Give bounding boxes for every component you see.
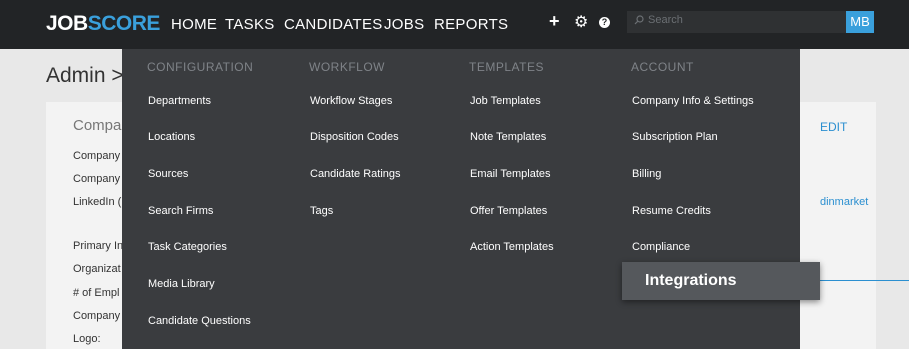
field-label: Organizat — [73, 263, 121, 275]
linkedin-value[interactable]: dinmarket — [820, 196, 868, 208]
menu-item-disposition-codes[interactable]: Disposition Codes — [310, 131, 399, 143]
logo-text-job: JOB — [46, 12, 88, 35]
menu-item-job-templates[interactable]: Job Templates — [470, 95, 541, 107]
menu-item-note-templates[interactable]: Note Templates — [470, 131, 546, 143]
jobscore-logo[interactable]: JOBSCORE — [46, 12, 160, 36]
field-label: Company — [73, 310, 121, 322]
card-title: Compar — [73, 117, 127, 134]
menu-item-workflow-stages[interactable]: Workflow Stages — [310, 95, 392, 107]
page-title: Admin > — [46, 64, 124, 87]
nav-candidates[interactable]: CANDIDATES — [284, 16, 383, 33]
menu-item-tags[interactable]: Tags — [310, 205, 333, 217]
field-label: Company — [73, 150, 121, 162]
admin-mega-menu — [122, 49, 800, 349]
menu-item-offer-templates[interactable]: Offer Templates — [470, 205, 547, 217]
menu-header-workflow: WORKFLOW — [309, 60, 385, 74]
logo-text-score: SCORE — [87, 12, 161, 35]
field-label: LinkedIn ( — [73, 196, 122, 208]
field-label: Company — [73, 173, 121, 185]
nav-reports[interactable]: REPORTS — [434, 16, 508, 33]
menu-item-media-library[interactable]: Media Library — [148, 278, 215, 290]
search-placeholder: Search — [648, 14, 683, 26]
field-label: Logo: — [73, 333, 101, 345]
menu-header-configuration: CONFIGURATION — [147, 60, 254, 74]
menu-item-task-categories[interactable]: Task Categories — [148, 241, 227, 253]
divider-line — [820, 280, 909, 281]
menu-item-subscription-plan[interactable]: Subscription Plan — [632, 131, 718, 143]
menu-item-locations[interactable]: Locations — [148, 131, 195, 143]
user-avatar[interactable]: MB — [846, 11, 874, 33]
nav-home[interactable]: HOME — [171, 16, 217, 33]
menu-item-compliance[interactable]: Compliance — [632, 241, 690, 253]
menu-item-departments[interactable]: Departments — [148, 95, 211, 107]
menu-item-integrations[interactable]: Integrations — [645, 272, 737, 290]
search-icon — [634, 15, 644, 25]
menu-item-email-templates[interactable]: Email Templates — [470, 168, 551, 180]
help-icon[interactable]: ? — [599, 17, 610, 28]
menu-item-candidate-questions[interactable]: Candidate Questions — [148, 315, 251, 327]
nav-jobs[interactable]: JOBS — [384, 16, 424, 33]
edit-link[interactable]: EDIT — [820, 120, 847, 134]
menu-item-resume-credits[interactable]: Resume Credits — [632, 205, 711, 217]
menu-item-billing[interactable]: Billing — [632, 168, 661, 180]
menu-item-action-templates[interactable]: Action Templates — [470, 241, 554, 253]
menu-header-templates: TEMPLATES — [469, 60, 544, 74]
gear-icon[interactable]: ⚙ — [574, 14, 588, 32]
field-label: # of Empl — [73, 287, 120, 299]
menu-header-account: ACCOUNT — [631, 60, 694, 74]
menu-item-sources[interactable]: Sources — [148, 168, 188, 180]
menu-item-candidate-ratings[interactable]: Candidate Ratings — [310, 168, 401, 180]
add-icon[interactable]: + — [549, 12, 560, 30]
nav-tasks[interactable]: TASKS — [225, 16, 275, 33]
menu-item-search-firms[interactable]: Search Firms — [148, 205, 213, 217]
field-label: Primary In — [73, 240, 124, 252]
menu-item-company-info-settings[interactable]: Company Info & Settings — [632, 95, 754, 107]
